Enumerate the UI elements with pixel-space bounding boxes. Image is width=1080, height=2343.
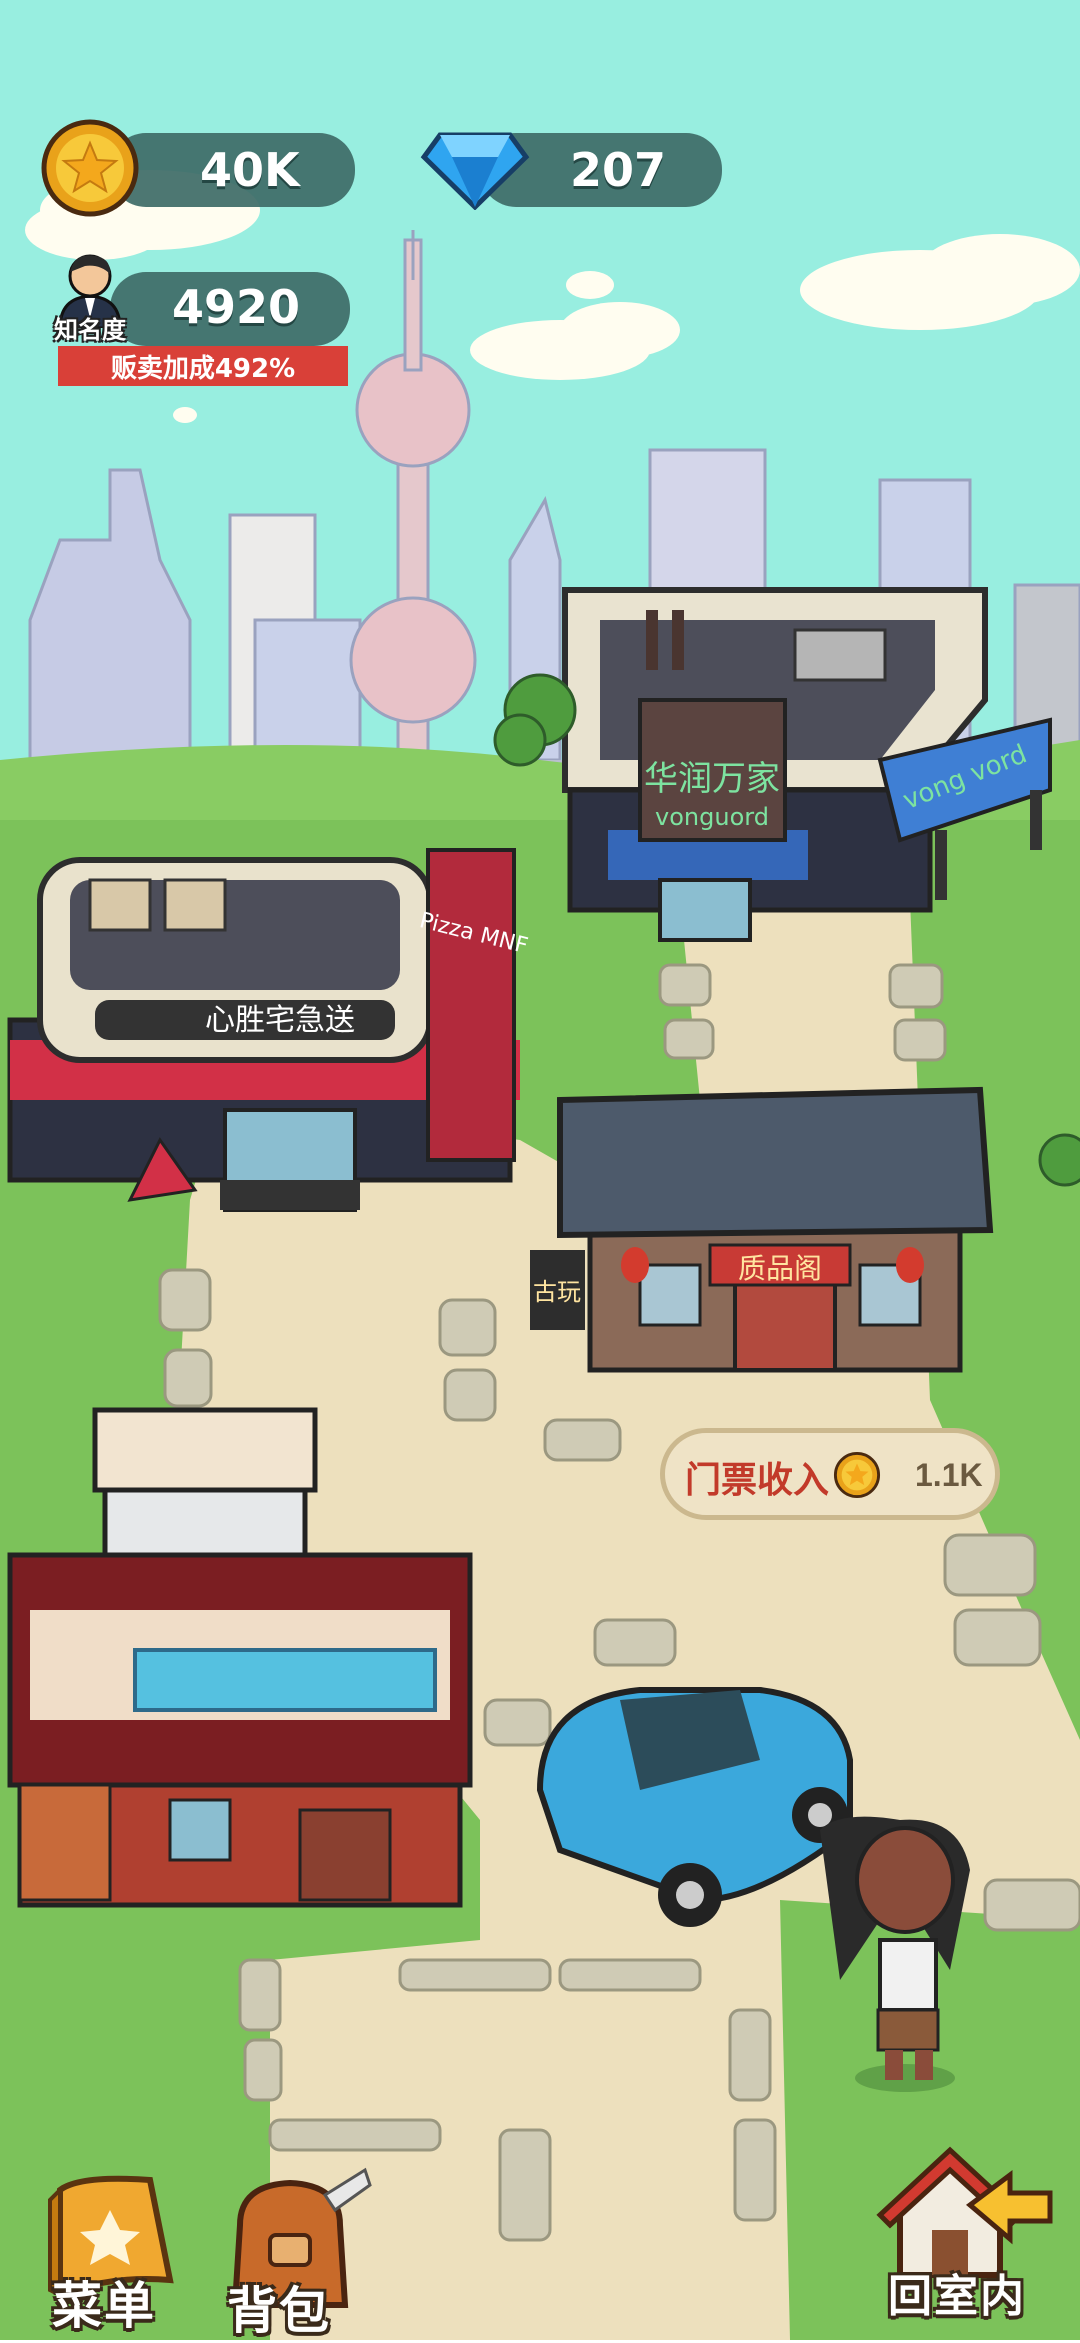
coin-amount: 40K bbox=[200, 143, 300, 197]
antique-shop-sign: 质品阁 bbox=[738, 1252, 822, 1285]
return-indoor-button[interactable]: 回室内 bbox=[870, 2135, 1055, 2335]
sales-bonus-text: 贩卖加成492% bbox=[110, 354, 296, 384]
supermarket-sign: 华润万家 bbox=[644, 759, 780, 799]
gem-amount: 207 bbox=[570, 143, 667, 197]
menu-label: 菜单 bbox=[52, 2277, 156, 2335]
ticket-income-value: 1.1K bbox=[915, 1457, 983, 1493]
coin-icon bbox=[41, 119, 139, 217]
menu-button[interactable]: 菜单 bbox=[40, 2170, 190, 2335]
ticket-income-label: 门票收入 bbox=[685, 1460, 830, 1501]
antique-side-sign: 古玩 bbox=[533, 1278, 581, 1306]
bag-label: 背包 bbox=[227, 2282, 331, 2340]
ticket-income-bubble[interactable]: 门票收入 1.1K bbox=[660, 1428, 1000, 1520]
bag-button[interactable]: 背包 bbox=[215, 2165, 375, 2340]
gem-icon bbox=[420, 132, 530, 210]
pizza-shop-sign: 心胜宅急送 bbox=[205, 1003, 355, 1038]
antique-shop-building[interactable] bbox=[530, 1086, 994, 1373]
coin-icon bbox=[833, 1451, 881, 1499]
return-indoor-label: 回室内 bbox=[888, 2271, 1026, 2322]
fame-amount: 4920 bbox=[172, 280, 301, 334]
fame-label: 知名度 bbox=[54, 316, 126, 344]
supermarket-subsign: vonguord bbox=[655, 803, 769, 831]
